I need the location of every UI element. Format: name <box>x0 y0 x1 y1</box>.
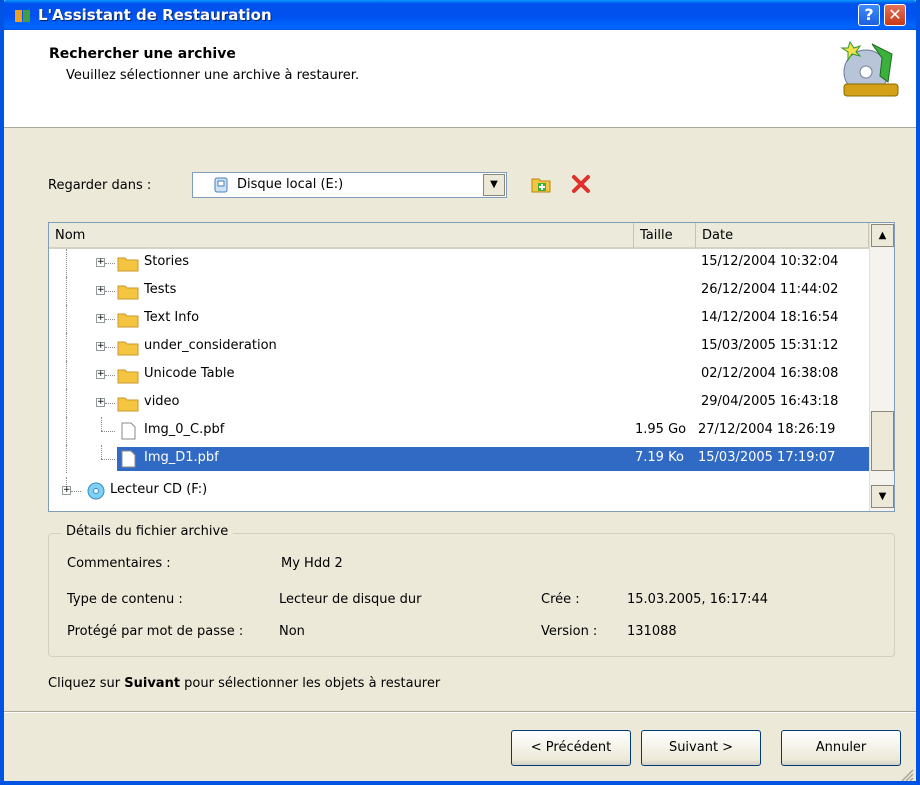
delete-icon[interactable] <box>570 173 592 195</box>
list-item[interactable]: + under_consideration 15/03/2005 15:31:1… <box>49 333 869 361</box>
window-title: L'Assistant de Restauration <box>38 6 272 24</box>
comments-label: Commentaires : <box>67 556 171 571</box>
list-item[interactable]: + Text Info 14/12/2004 18:16:54 <box>49 305 869 333</box>
cd-drive-icon <box>87 482 105 500</box>
column-header-date[interactable]: Date <box>696 223 869 249</box>
drive-icon <box>214 177 228 193</box>
list-rows: + Stories 15/12/2004 10:32:04 + Tests 26… <box>49 249 869 511</box>
cancel-button[interactable]: Annuler <box>781 730 901 766</box>
list-item[interactable]: Img_0_C.pbf 1.95 Go 27/12/2004 18:26:19 <box>49 417 869 445</box>
folder-icon <box>117 397 139 412</box>
expand-icon[interactable]: + <box>96 370 105 379</box>
scroll-down-icon[interactable]: ▼ <box>871 485 894 508</box>
column-header-name[interactable]: Nom <box>49 223 634 249</box>
look-in-value: Disque local (E:) <box>237 177 344 192</box>
list-item[interactable]: + video 29/04/2005 16:43:18 <box>49 389 869 417</box>
folder-icon <box>117 341 139 356</box>
expand-icon[interactable]: + <box>96 342 105 351</box>
version-value: 131088 <box>627 624 677 639</box>
restore-wizard-icon <box>840 40 899 97</box>
scroll-up-icon[interactable]: ▲ <box>871 224 894 247</box>
list-item-selected[interactable]: Img_D1.pbf 7.19 Ko 15/03/2005 17:19:07 <box>49 445 869 473</box>
comments-value: My Hdd 2 <box>281 556 343 571</box>
list-item[interactable]: + Lecteur CD (F:) <box>49 477 869 505</box>
file-icon <box>121 450 136 468</box>
wizard-header: Rechercher une archive Veuillez sélectio… <box>4 30 916 128</box>
look-in-label: Regarder dans : <box>48 178 152 193</box>
password-value: Non <box>279 624 305 639</box>
close-button[interactable]: ✕ <box>884 4 906 26</box>
page-subtitle: Veuillez sélectionner une archive à rest… <box>66 68 360 83</box>
content-type-value: Lecteur de disque dur <box>279 592 422 607</box>
restore-wizard-window: L'Assistant de Restauration ? ✕ Recherch… <box>0 0 920 785</box>
password-label: Protégé par mot de passe : <box>67 624 244 639</box>
title-bar[interactable]: L'Assistant de Restauration ? ✕ <box>4 0 916 30</box>
list-item[interactable]: + Tests 26/12/2004 11:44:02 <box>49 277 869 305</box>
group-title: Détails du fichier archive <box>61 524 234 539</box>
column-headers: Nom Taille Date <box>49 223 869 249</box>
column-header-size[interactable]: Taille <box>634 223 696 249</box>
list-item[interactable]: + Stories 15/12/2004 10:32:04 <box>49 249 869 277</box>
content-type-label: Type de contenu : <box>67 592 183 607</box>
expand-icon[interactable]: + <box>96 258 105 267</box>
page-title: Rechercher une archive <box>49 46 236 62</box>
folder-icon <box>117 285 139 300</box>
footer-separator <box>4 711 916 713</box>
expand-icon[interactable]: + <box>96 314 105 323</box>
app-icon <box>15 10 30 22</box>
created-label: Crée : <box>541 592 580 607</box>
created-value: 15.03.2005, 16:17:44 <box>627 592 769 607</box>
expand-icon[interactable]: + <box>62 486 71 495</box>
folder-icon <box>117 313 139 328</box>
expand-icon[interactable]: + <box>96 398 105 407</box>
file-icon <box>121 422 136 440</box>
version-label: Version : <box>541 624 598 639</box>
list-item[interactable]: + Unicode Table 02/12/2004 16:38:08 <box>49 361 869 389</box>
scroll-thumb[interactable] <box>871 411 894 471</box>
archive-file-list[interactable]: Nom Taille Date + Stories 15/12/2004 10:… <box>48 222 895 512</box>
resize-grip-icon[interactable] <box>900 768 914 782</box>
expand-icon[interactable]: + <box>96 286 105 295</box>
archive-details-group: Détails du fichier archive Commentaires … <box>48 524 895 657</box>
help-button[interactable]: ? <box>858 4 880 26</box>
look-in-dropdown[interactable]: Disque local (E:) ▼ <box>192 172 507 198</box>
chevron-down-icon[interactable]: ▼ <box>483 174 505 196</box>
folder-icon <box>117 257 139 272</box>
previous-button[interactable]: < Précédent <box>511 730 631 766</box>
folder-icon <box>117 369 139 384</box>
next-button[interactable]: Suivant > <box>641 730 761 766</box>
new-folder-icon[interactable] <box>530 173 552 195</box>
vertical-scrollbar[interactable]: ▲ ▼ <box>869 223 894 511</box>
hint-text: Cliquez sur Suivant pour sélectionner le… <box>48 676 441 691</box>
